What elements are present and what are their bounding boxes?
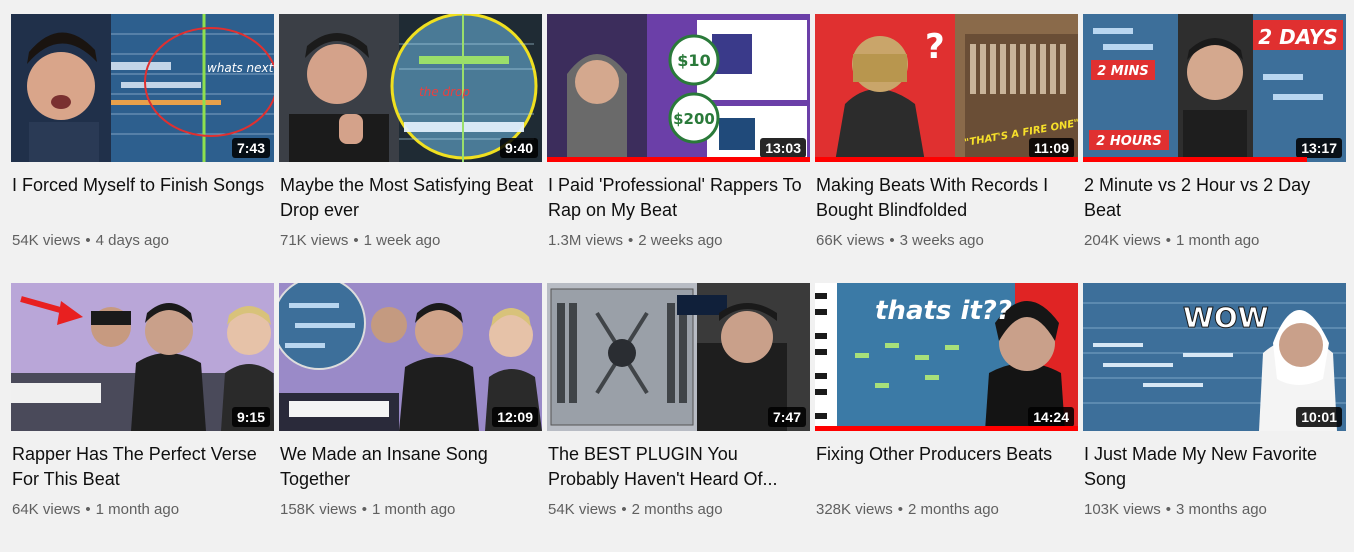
duration-badge: 7:43: [231, 138, 270, 158]
meta-separator: •: [889, 232, 895, 249]
watch-progress-bar: [815, 426, 1078, 431]
thumbnail-price-high: $200: [673, 110, 715, 128]
thumbnail-price-low: $10: [677, 51, 710, 70]
video-title[interactable]: Maybe the Most Satisfying Beat Drop ever: [280, 173, 542, 223]
view-count: 103K views: [1084, 501, 1161, 518]
view-count: 54K views: [12, 232, 81, 249]
duration-badge: 13:03: [760, 138, 806, 158]
duration-badge: 14:24: [1028, 407, 1074, 427]
view-count: 158K views: [280, 501, 357, 518]
duration-badge: 11:09: [1028, 138, 1074, 158]
video-thumbnail[interactable]: 7:47: [547, 283, 810, 431]
video-title[interactable]: The BEST PLUGIN You Probably Haven't Hea…: [548, 442, 810, 492]
watch-progress-bar: [547, 157, 810, 162]
video-card[interactable]: 2 MINS 2 HOURS 2 DAYS 13:17 2 Minute vs …: [1083, 14, 1346, 283]
video-meta: 54K views • 2 months ago: [548, 500, 810, 520]
duration-badge: 7:47: [767, 407, 806, 427]
duration-badge: 12:09: [492, 407, 538, 427]
upload-age: 2 weeks ago: [638, 232, 723, 249]
video-title[interactable]: Fixing Other Producers Beats: [816, 442, 1078, 492]
view-count: 54K views: [548, 501, 617, 518]
video-thumbnail[interactable]: $10 $200 13:03: [547, 14, 810, 162]
video-thumbnail[interactable]: ? "THAT'S A FIRE ONE" 11:09: [815, 14, 1078, 162]
upload-age: 3 weeks ago: [899, 232, 984, 249]
view-count: 64K views: [12, 501, 81, 518]
thumbnail-label-days: 2 DAYS: [1258, 25, 1338, 49]
upload-age: 1 month ago: [1175, 232, 1260, 249]
meta-separator: •: [85, 501, 91, 518]
video-card[interactable]: 7:47 The BEST PLUGIN You Probably Haven'…: [547, 283, 810, 552]
thumbnail-caption: thats it??: [875, 296, 1012, 326]
video-thumbnail[interactable]: thats it?? 14:24: [815, 283, 1078, 431]
video-card[interactable]: $10 $200 13:03 I Paid 'Professional' Rap…: [547, 14, 810, 283]
upload-age: 2 months ago: [907, 501, 999, 518]
duration-badge: 10:01: [1296, 407, 1342, 427]
duration-badge: 9:40: [499, 138, 538, 158]
meta-separator: •: [85, 232, 91, 249]
video-title[interactable]: I Paid 'Professional' Rappers To Rap on …: [548, 173, 810, 223]
duration-badge: 13:17: [1296, 138, 1342, 158]
video-thumbnail[interactable]: the drop 9:40: [279, 14, 542, 162]
meta-separator: •: [1165, 501, 1171, 518]
video-card[interactable]: the drop 9:40 Maybe the Most Satisfying …: [279, 14, 542, 283]
meta-separator: •: [1165, 232, 1171, 249]
video-meta: 66K views • 3 weeks ago: [816, 231, 1078, 251]
view-count: 204K views: [1084, 232, 1161, 249]
thumbnail-label-mins: 2 MINS: [1097, 64, 1149, 79]
upload-age: 4 days ago: [95, 232, 170, 249]
view-count: 328K views: [816, 501, 893, 518]
video-thumbnail[interactable]: WOW 10:01: [1083, 283, 1346, 431]
video-meta: 158K views • 1 month ago: [280, 500, 542, 520]
upload-age: 2 months ago: [631, 501, 723, 518]
video-card[interactable]: 9:15 Rapper Has The Perfect Verse For Th…: [11, 283, 274, 552]
video-thumbnail[interactable]: whats next? 7:43: [11, 14, 274, 162]
view-count: 66K views: [816, 232, 885, 249]
watch-progress-bar: [815, 157, 1078, 162]
upload-age: 1 month ago: [95, 501, 180, 518]
watch-progress-bar: [1083, 157, 1307, 162]
meta-separator: •: [621, 501, 627, 518]
view-count: 1.3M views: [548, 232, 624, 249]
video-card[interactable]: WOW 10:01 I Just Made My New Favorite So…: [1083, 283, 1346, 552]
video-title[interactable]: Making Beats With Records I Bought Blind…: [816, 173, 1078, 223]
view-count: 71K views: [280, 232, 349, 249]
video-meta: 204K views • 1 month ago: [1084, 231, 1346, 251]
video-title[interactable]: Rapper Has The Perfect Verse For This Be…: [12, 442, 274, 492]
meta-separator: •: [628, 232, 634, 249]
video-title[interactable]: We Made an Insane Song Together: [280, 442, 542, 492]
thumbnail-question-mark: ?: [925, 27, 945, 67]
duration-badge: 9:15: [231, 407, 270, 427]
video-grid: whats next? 7:43 I Forced Myself to Fini…: [0, 0, 1354, 552]
video-title[interactable]: I Just Made My New Favorite Song: [1084, 442, 1346, 492]
upload-age: 1 week ago: [363, 232, 441, 249]
thumbnail-label-hours: 2 HOURS: [1096, 134, 1161, 149]
thumbnail-caption: whats next?: [207, 61, 274, 75]
meta-separator: •: [361, 501, 367, 518]
video-title[interactable]: 2 Minute vs 2 Hour vs 2 Day Beat: [1084, 173, 1346, 223]
video-meta: 1.3M views • 2 weeks ago: [548, 231, 810, 251]
video-thumbnail[interactable]: 2 MINS 2 HOURS 2 DAYS 13:17: [1083, 14, 1346, 162]
video-thumbnail[interactable]: 12:09: [279, 283, 542, 431]
video-meta: 328K views • 2 months ago: [816, 500, 1078, 520]
video-title[interactable]: I Forced Myself to Finish Songs: [12, 173, 274, 223]
upload-age: 1 month ago: [371, 501, 456, 518]
video-card[interactable]: 12:09 We Made an Insane Song Together 15…: [279, 283, 542, 552]
upload-age: 3 months ago: [1175, 501, 1267, 518]
video-meta: 54K views • 4 days ago: [12, 231, 274, 251]
thumbnail-caption: the drop: [419, 85, 470, 99]
thumbnail-caption: WOW: [1183, 301, 1269, 334]
video-thumbnail[interactable]: 9:15: [11, 283, 274, 431]
meta-separator: •: [897, 501, 903, 518]
video-meta: 64K views • 1 month ago: [12, 500, 274, 520]
video-card[interactable]: whats next? 7:43 I Forced Myself to Fini…: [11, 14, 274, 283]
video-meta: 71K views • 1 week ago: [280, 231, 542, 251]
video-card[interactable]: thats it?? 14:24 Fixing Other Producers …: [815, 283, 1078, 552]
video-meta: 103K views • 3 months ago: [1084, 500, 1346, 520]
meta-separator: •: [353, 232, 359, 249]
video-card[interactable]: ? "THAT'S A FIRE ONE" 11:09 Making Beats…: [815, 14, 1078, 283]
